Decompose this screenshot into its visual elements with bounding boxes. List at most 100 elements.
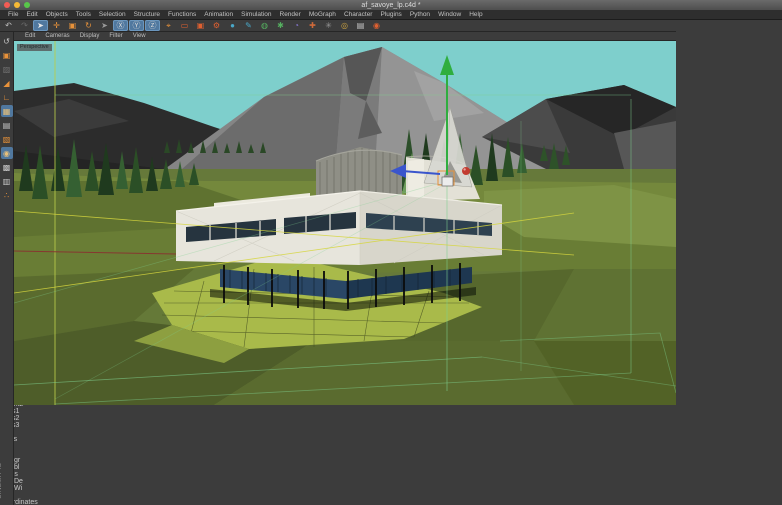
viewport-menu-cameras[interactable]: Cameras — [40, 33, 74, 39]
coordinates-panel: Coordinates PositionX0 cm◂▸Y0 cm◂▸Z0 cm◂… — [0, 499, 782, 505]
last-tool[interactable]: ➤ — [97, 20, 112, 31]
viewport-menu-display[interactable]: Display — [75, 33, 105, 39]
menu-window[interactable]: Window — [434, 11, 465, 18]
material-label: sea — [0, 429, 782, 436]
menu-tools[interactable]: Tools — [72, 11, 95, 18]
points-mode[interactable]: ◢ — [1, 77, 13, 89]
menu-animation[interactable]: Animation — [200, 11, 237, 18]
material-02-Wi[interactable]: 02 - Wi — [0, 485, 782, 492]
snap-mode[interactable]: ▩ — [1, 161, 13, 173]
polygons-mode[interactable]: ▦ — [1, 105, 13, 117]
content-browser-glyph: ▤ — [357, 21, 365, 30]
material-grass[interactable]: grass — [0, 436, 782, 443]
add-generator-glyph: ◍ — [261, 21, 268, 30]
locked-workplane[interactable]: ▥ — [1, 175, 13, 187]
menu-file[interactable]: File — [4, 11, 22, 18]
viewport-menu-filter[interactable]: Filter — [104, 33, 127, 39]
undo-icon[interactable]: ↶ — [1, 20, 16, 31]
viewport-panel[interactable]: EditCamerasDisplayFilterView Perspective — [14, 32, 676, 405]
make-editable[interactable]: ↺ — [1, 35, 13, 47]
material-18-De[interactable]: 18 - De — [0, 478, 782, 485]
menu-mograph[interactable]: MoGraph — [305, 11, 340, 18]
menu-python[interactable]: Python — [406, 11, 434, 18]
material-02-bl[interactable]: 02 - bl — [0, 464, 782, 471]
rotate-tool-glyph: ↻ — [85, 21, 92, 30]
points-mode-glyph: ◢ — [3, 79, 9, 88]
render-settings[interactable]: ⚙ — [209, 20, 224, 31]
viewport-menu-view[interactable]: View — [128, 33, 151, 39]
render-queue-glyph: ◉ — [373, 21, 380, 30]
tweak-mode[interactable]: ▤ — [1, 119, 13, 131]
menu-character[interactable]: Character — [340, 11, 377, 18]
lock-x-axis-glyph: Ⓧ — [117, 20, 125, 31]
render-picture-viewer-glyph: ▣ — [197, 21, 205, 30]
axis-modifier[interactable]: ∴ — [1, 189, 13, 201]
content-browser[interactable]: ▤ — [353, 20, 368, 31]
viewport-scene[interactable] — [14, 41, 676, 405]
material-trees2[interactable]: trees2 — [0, 415, 782, 422]
menu-simulation[interactable]: Simulation — [237, 11, 275, 18]
render-view[interactable]: ▭ — [177, 20, 192, 31]
lock-x-axis[interactable]: Ⓧ — [113, 20, 128, 31]
menu-edit[interactable]: Edit — [22, 11, 41, 18]
menu-selection[interactable]: Selection — [95, 11, 130, 18]
lock-z-axis[interactable]: Ⓩ — [145, 20, 160, 31]
live-selection-tool[interactable]: ➤ — [33, 20, 48, 31]
material-label: Glass — [0, 471, 782, 478]
add-environment[interactable]: ✚ — [305, 20, 320, 31]
materials-list: mountamount2trees1trees2trees3seagrassfl… — [0, 394, 782, 499]
texture-mode-glyph: ▨ — [3, 65, 11, 74]
viewport-menu-edit[interactable]: Edit — [20, 33, 40, 39]
menu-render[interactable]: Render — [276, 11, 305, 18]
material-label: trees1 — [0, 408, 782, 415]
add-mograph[interactable]: ✳ — [321, 20, 336, 31]
rotate-tool[interactable]: ↻ — [81, 20, 96, 31]
add-array[interactable]: ✱ — [273, 20, 288, 31]
render-picture-viewer[interactable]: ▣ — [193, 20, 208, 31]
cinema4d-window: af_savoye_lp.c4d * FileEditObjectsToolsS… — [0, 0, 782, 505]
window-title: af_savoye_lp.c4d * — [0, 2, 782, 9]
add-spline[interactable]: ✎ — [241, 20, 256, 31]
material-floor[interactable]: floor — [0, 443, 782, 450]
material-trees3[interactable]: trees3 — [0, 422, 782, 429]
material-trees1[interactable]: trees1 — [0, 408, 782, 415]
menu-objects[interactable]: Objects — [42, 11, 72, 18]
material-label: trees3 — [0, 422, 782, 429]
scale-tool[interactable]: ▣ — [65, 20, 80, 31]
add-camera[interactable]: ◎ — [337, 20, 352, 31]
redo-icon[interactable]: ↷ — [17, 20, 32, 31]
add-mograph-glyph: ✳ — [325, 21, 332, 30]
material-sea[interactable]: sea — [0, 429, 782, 436]
material-label: 02 - Wi — [0, 485, 782, 492]
enable-axis-mode[interactable]: ◉ — [1, 147, 13, 159]
material-02-gr[interactable]: 02 - gr — [0, 457, 782, 464]
menu-plugins[interactable]: Plugins — [376, 11, 405, 18]
lock-y-axis[interactable]: Ⓨ — [129, 20, 144, 31]
material-Glass[interactable]: Glass — [0, 471, 782, 478]
add-primitive[interactable]: ● — [225, 20, 240, 31]
add-deformer[interactable]: ◔ — [289, 20, 304, 31]
texture-mode[interactable]: ▨ — [1, 63, 13, 75]
workplane-mode[interactable]: ▧ — [1, 133, 13, 145]
material-red[interactable]: red — [0, 492, 782, 499]
model-mode[interactable]: ▣ — [1, 49, 13, 61]
material-label: 18 - De — [0, 478, 782, 485]
render-queue[interactable]: ◉ — [369, 20, 384, 31]
add-spline-glyph: ✎ — [245, 21, 252, 30]
add-deformer-glyph: ◔ — [294, 21, 299, 30]
add-primitive-glyph: ● — [230, 21, 235, 30]
menu-help[interactable]: Help — [465, 11, 486, 18]
move-tool[interactable]: ✛ — [49, 20, 64, 31]
menu-structure[interactable]: Structure — [130, 11, 164, 18]
menu-functions[interactable]: Functions — [164, 11, 200, 18]
material-sky[interactable]: sky — [0, 450, 782, 457]
viewport-view-label[interactable]: Perspective — [17, 44, 52, 51]
polygons-mode-glyph: ▦ — [3, 107, 11, 116]
make-editable-glyph: ↺ — [3, 37, 10, 46]
material-label: sky — [0, 450, 782, 457]
workplane-mode-glyph: ▧ — [3, 135, 11, 144]
edges-mode[interactable]: ∟ — [1, 91, 13, 103]
add-generator[interactable]: ◍ — [257, 20, 272, 31]
coordinates-panel-header[interactable]: Coordinates — [0, 499, 782, 505]
coordinate-system[interactable]: ⌖ — [161, 20, 176, 31]
